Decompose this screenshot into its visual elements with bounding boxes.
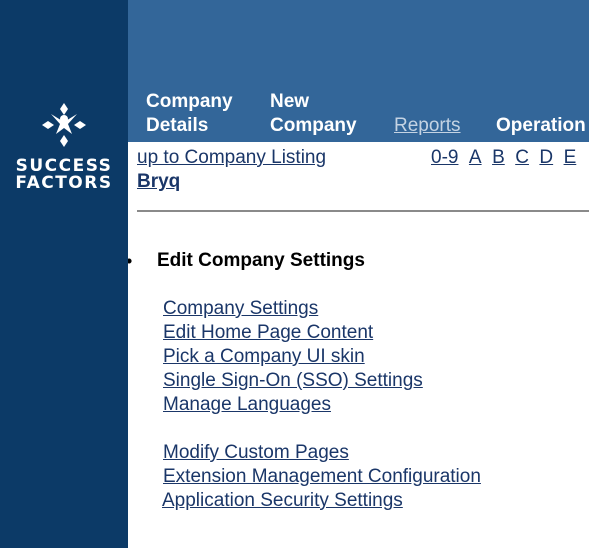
sidebar: SUCCESS FACTORS [0,0,128,548]
alpha-link-c[interactable]: C [515,147,529,168]
edit-home-page-content-link[interactable]: Edit Home Page Content [163,321,423,345]
application-security-settings-link[interactable]: Application Security Settings [162,489,481,513]
settings-links-group-1: Company Settings Edit Home Page Content … [163,297,423,417]
nav-company-details-line2: Details [146,115,209,136]
manage-languages-link[interactable]: Manage Languages [163,393,423,417]
modify-custom-pages-link[interactable]: Modify Custom Pages [163,441,481,465]
settings-links-group-2: Modify Custom Pages Extension Management… [162,441,481,513]
alpha-link-e[interactable]: E [564,147,577,168]
nav-reports[interactable]: Reports [394,114,461,138]
logo-text-factors: FACTORS [15,173,113,193]
nav-new-company-line1: New [270,91,310,112]
divider [137,210,589,212]
alpha-link-b[interactable]: B [492,147,505,168]
alpha-link-a[interactable]: A [469,147,482,168]
successfactors-emblem-icon [42,103,86,147]
alpha-link-0-9[interactable]: 0-9 [431,147,458,168]
alpha-link-d[interactable]: D [539,147,553,168]
company-settings-link[interactable]: Company Settings [163,297,423,321]
successfactors-logo[interactable]: SUCCESS FACTORS [0,100,128,192]
alphabet-index: 0-9 A B C D E [431,146,582,170]
extension-management-configuration-link[interactable]: Extension Management Configuration [163,465,481,489]
main-content: up to Company Listing 0-9 A B C D E Bryq… [128,142,589,548]
top-navigation-bar: Company Details New Company Reports Oper… [128,0,589,142]
nav-company-details[interactable]: Company Details [146,90,233,138]
company-name-link[interactable]: Bryq [137,170,180,194]
pick-company-ui-skin-link[interactable]: Pick a Company UI skin [163,345,423,369]
nav-operations[interactable]: Operation [496,114,586,138]
sso-settings-link[interactable]: Single Sign-On (SSO) Settings [163,369,423,393]
bullet-icon: • [128,249,132,273]
up-to-company-listing-link[interactable]: up to Company Listing [137,146,326,170]
nav-new-company[interactable]: New Company [270,90,357,138]
section-title: Edit Company Settings [157,250,365,271]
nav-new-company-line2: Company [270,115,357,136]
nav-company-details-line1: Company [146,91,233,112]
